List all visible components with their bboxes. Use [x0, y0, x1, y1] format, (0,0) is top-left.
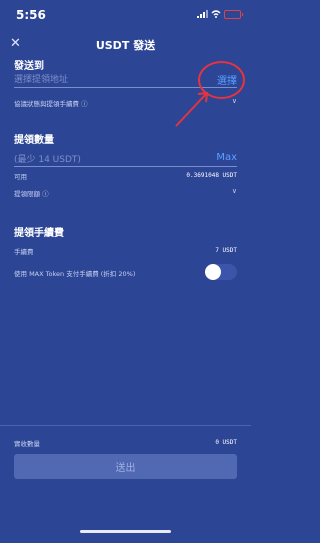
chevron-down-icon[interactable]: ∨: [232, 97, 237, 105]
limit-label: 提領限額 ⓘ: [14, 190, 49, 198]
status-icons: [197, 9, 243, 19]
signal-icon: [197, 10, 208, 18]
amount-underline: [14, 166, 237, 167]
battery-icon: [224, 9, 243, 19]
fee-value: 7 USDT: [215, 247, 237, 254]
fee-heading: 提領手續費: [14, 228, 64, 239]
toggle-knob: [205, 264, 221, 280]
fee-label: 手續費: [14, 248, 34, 256]
protocol-label: 協議狀態與提領手續費 ⓘ: [14, 100, 88, 108]
wifi-icon: [211, 10, 221, 18]
received-value: 0 USDT: [215, 439, 237, 446]
home-indicator: [80, 530, 171, 533]
max-link[interactable]: Max: [216, 152, 237, 163]
address-input[interactable]: 選擇提領地址: [14, 72, 68, 85]
max-token-label: 使用 MAX Token 支付手續費 (折扣 20%): [14, 270, 136, 278]
available-value: 0.3691048 USDT: [186, 172, 237, 179]
received-label: 實收數量: [14, 440, 40, 448]
annotation-arrow-icon: [175, 91, 209, 127]
amount-heading: 提領數量: [14, 135, 54, 146]
chevron-down-icon[interactable]: ∨: [232, 187, 237, 195]
available-label: 可用: [14, 173, 27, 181]
send-to-heading: 發送到: [14, 61, 44, 72]
status-time: 5:56: [16, 8, 46, 22]
page-title: USDT 發送: [95, 39, 156, 52]
amount-input[interactable]: (最少 14 USDT): [14, 152, 81, 165]
footer-divider: [0, 425, 251, 426]
submit-button[interactable]: 送出: [14, 454, 237, 479]
